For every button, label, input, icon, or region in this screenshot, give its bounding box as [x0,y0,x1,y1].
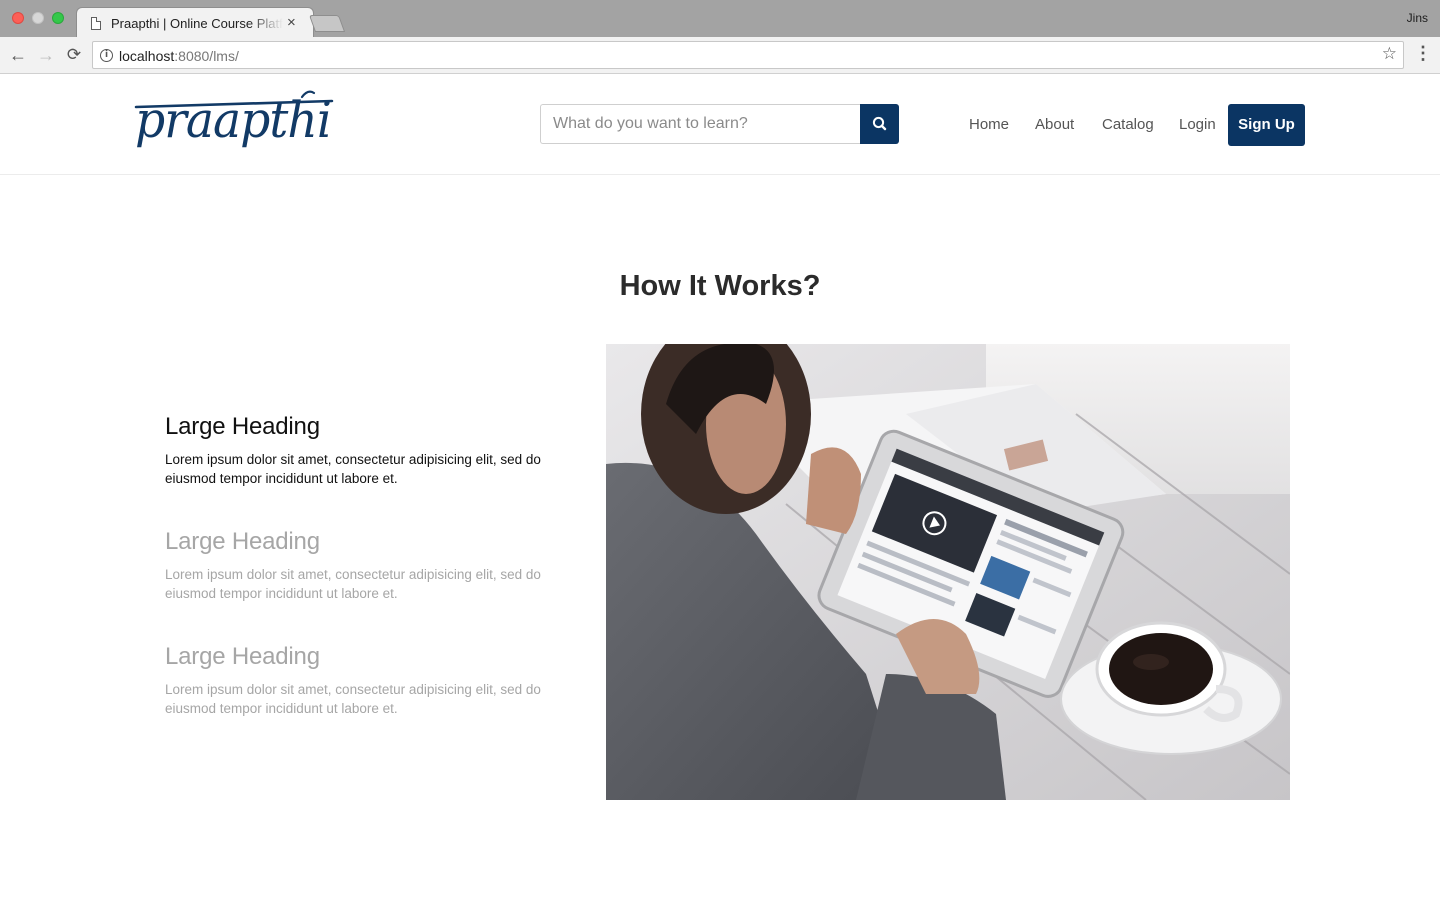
nav-login[interactable]: Login [1179,116,1216,133]
search-button[interactable] [860,104,899,144]
bookmark-star-icon[interactable]: ☆ [1382,44,1397,64]
search-icon [872,116,887,131]
new-tab-button[interactable] [308,15,346,32]
nav-about[interactable]: About [1035,116,1074,133]
step-item-2[interactable]: Large Heading Lorem ipsum dolor sit amet… [165,528,545,603]
nav-catalog[interactable]: Catalog [1102,116,1154,133]
logo-wordmark: praapthi [135,91,331,149]
back-arrow-icon[interactable]: ← [7,44,29,66]
browser-tab-active[interactable]: Praapthi | Online Course Platform × [76,7,314,38]
praapthi-logo[interactable]: praapthi [134,87,334,157]
url-text[interactable]: localhost:8080/lms/ [119,48,239,64]
address-bar[interactable]: i localhost:8080/lms/ ☆ [92,41,1404,69]
step-text: Lorem ipsum dolor sit amet, consectetur … [165,452,541,486]
url-host: localhost [119,48,175,64]
sign-up-button[interactable]: Sign Up [1228,104,1305,146]
url-path: :8080/lms/ [174,48,239,64]
site-info-icon[interactable]: i [100,49,113,62]
how-it-works-photo [606,344,1290,800]
minimize-window-button[interactable] [32,12,44,24]
site-header: praapthi Home About Catalog Login Sign U… [0,75,1440,175]
maximize-window-button[interactable] [52,12,64,24]
step-heading: Large Heading [165,528,320,555]
step-heading: Large Heading [165,643,320,670]
search-bar [540,104,899,144]
step-item-3[interactable]: Large Heading Lorem ipsum dolor sit amet… [165,643,545,718]
browser-toolbar: ← → ⟳ i localhost:8080/lms/ ☆ ⋮ [0,37,1440,74]
step-text: Lorem ipsum dolor sit amet, consectetur … [165,567,541,601]
section-title: How It Works? [619,270,821,302]
tab-close-icon[interactable]: × [287,14,296,31]
page-icon [91,17,101,30]
step-item-1[interactable]: Large Heading Lorem ipsum dolor sit amet… [165,413,545,488]
profile-name[interactable]: Jins [1407,11,1428,25]
step-text: Lorem ipsum dolor sit amet, consectetur … [165,682,541,716]
browser-titlebar: Praapthi | Online Course Platform × Jins [0,0,1440,38]
reload-icon[interactable]: ⟳ [63,44,85,66]
tab-title: Praapthi | Online Course Platform [111,16,283,31]
search-input[interactable] [540,104,861,144]
nav-home[interactable]: Home [969,116,1009,133]
browser-menu-icon[interactable]: ⋮ [1414,43,1432,67]
step-heading: Large Heading [165,413,320,440]
close-window-button[interactable] [12,12,24,24]
forward-arrow-icon[interactable]: → [35,44,57,66]
